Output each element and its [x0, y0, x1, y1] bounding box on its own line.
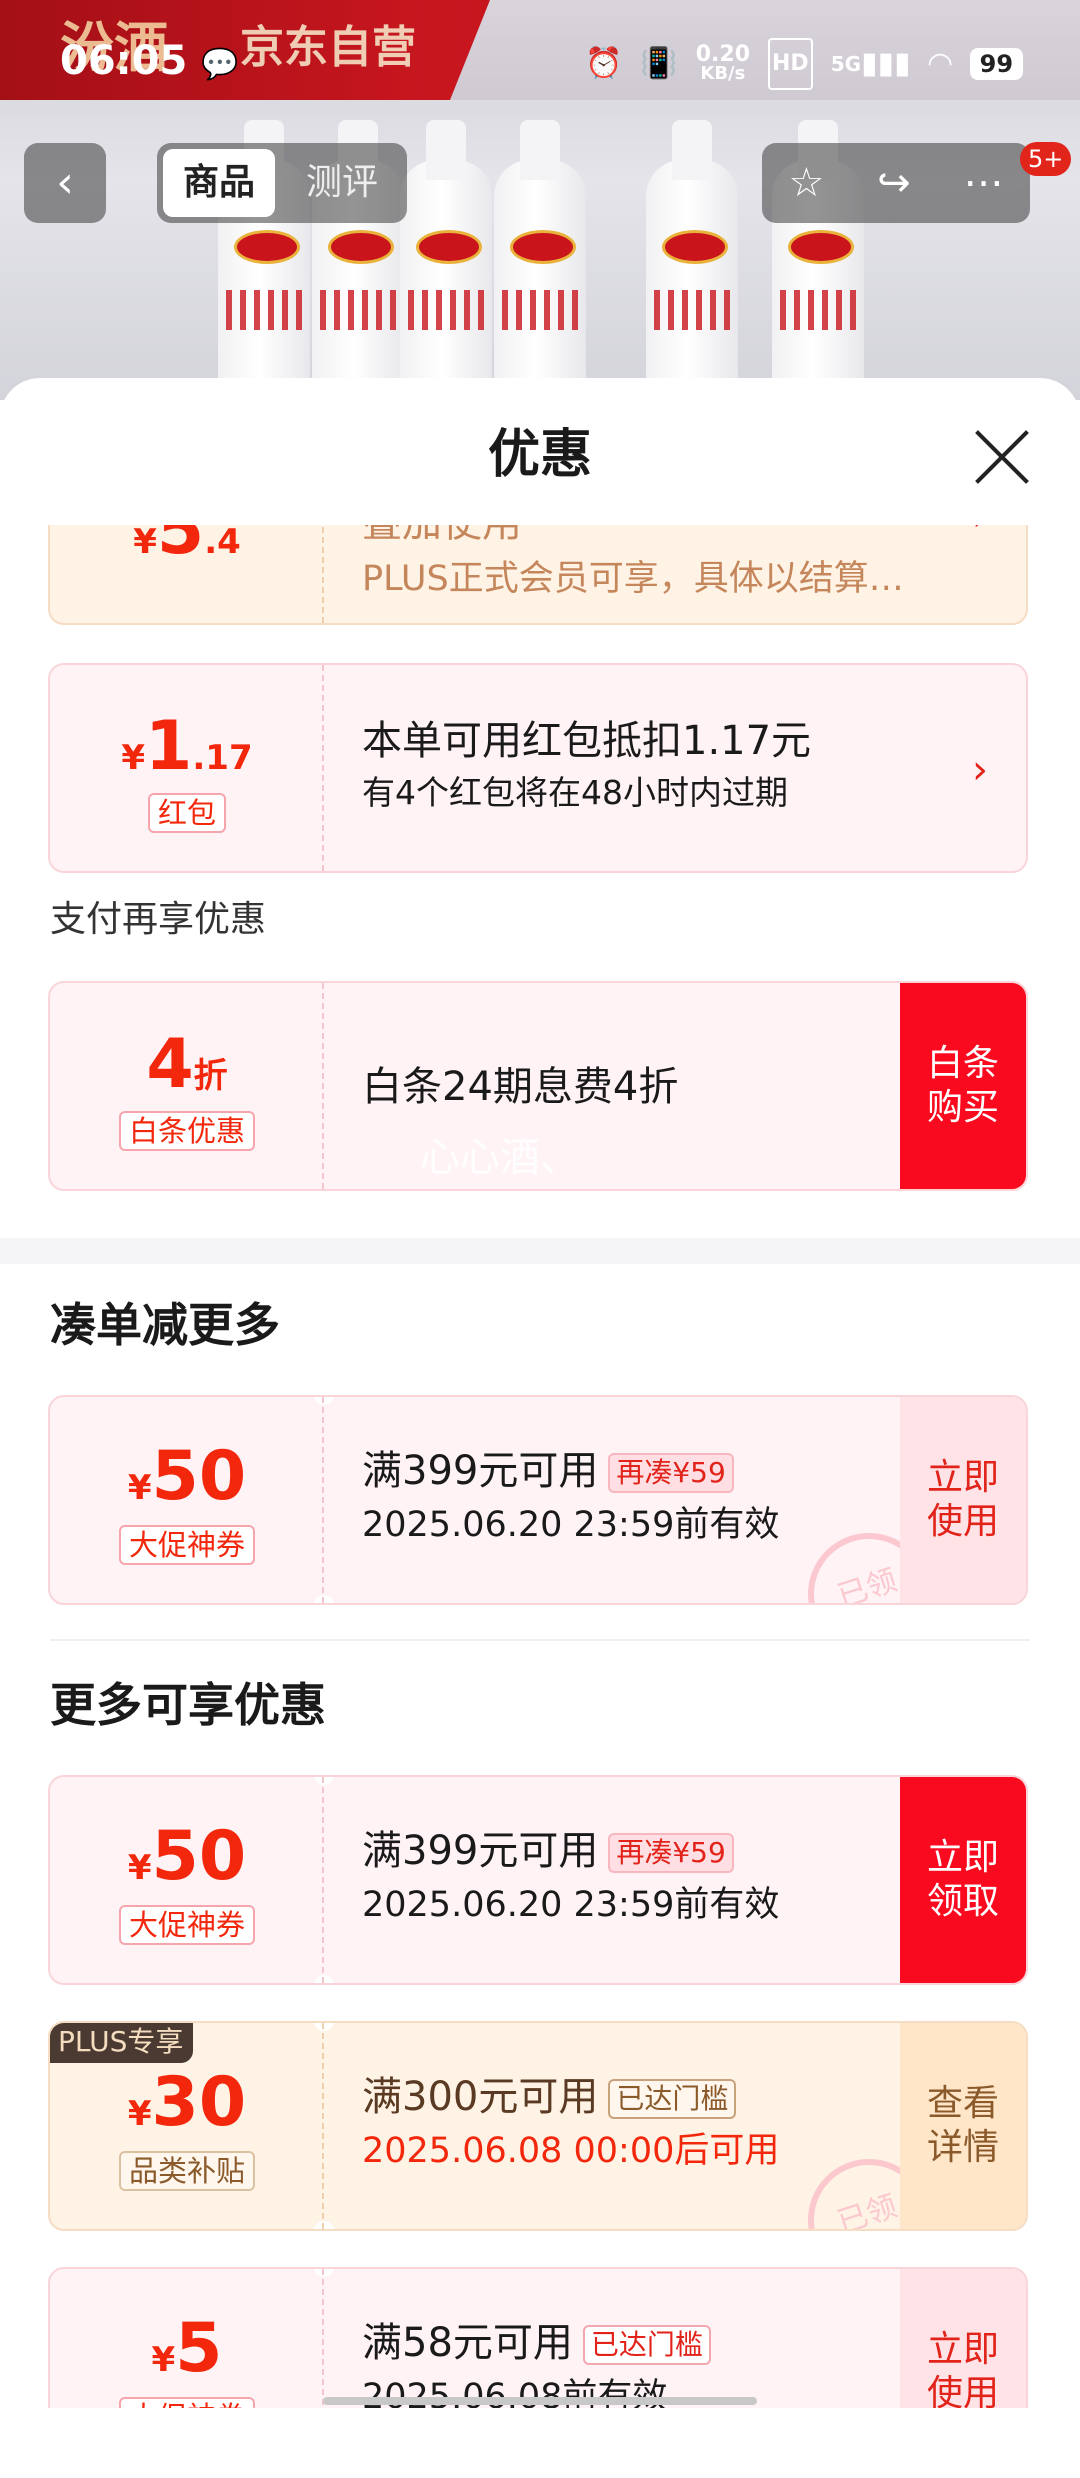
- home-indicator[interactable]: [323, 2397, 757, 2405]
- coupon-card[interactable]: ¥30 品类补贴 PLUS专享 满300元可用 已达门槛 2025.06.08 0…: [48, 2021, 1028, 2231]
- use-now-button[interactable]: 立即 使用: [900, 1397, 1026, 1603]
- coupon-pill: 再凑¥59: [608, 1833, 734, 1873]
- tab-switcher: 商品 测评: [157, 143, 407, 223]
- baitiao-discount: 4折: [146, 1025, 228, 1104]
- section-title: 凑单减更多: [50, 1298, 280, 1352]
- notification-badge: 5+: [1020, 142, 1072, 176]
- coupon-amount: ¥50: [127, 1437, 247, 1516]
- claim-now-button[interactable]: 立即 领取: [900, 1777, 1026, 1983]
- coupon-threshold: 满399元可用 再凑¥59: [362, 1445, 734, 1497]
- coupon-amount: ¥50: [127, 1817, 247, 1896]
- coupon-pill: 已达门槛: [608, 2079, 737, 2119]
- close-icon[interactable]: [970, 425, 1034, 489]
- coupon-card[interactable]: ¥50 大促神券 满399元可用 再凑¥59 2025.06.20 23:59前有…: [48, 1395, 1028, 1605]
- coupon-tag: 品类补贴: [118, 2151, 255, 2191]
- card-desc: PLUS正式会员可享，具体以结算…: [362, 559, 904, 599]
- store-label: 京东自营: [240, 22, 416, 73]
- plus-badge: PLUS专享: [50, 2023, 194, 2063]
- sheet-title: 优惠: [487, 425, 592, 485]
- chevron-right-icon: ›: [972, 525, 988, 537]
- coupon-amount: ¥5: [151, 2309, 223, 2388]
- section-title: 更多可享优惠: [50, 1678, 326, 1732]
- coupon-tag: 大促神券: [118, 1905, 255, 1945]
- coupon-validity: 2025.06.08 00:00后可用: [362, 2131, 780, 2171]
- sheet-scroll[interactable]: ¥5.4 叠加使用 PLUS正式会员可享，具体以结算… › ¥1.17 红包 本…: [0, 525, 1080, 2408]
- chevron-right-icon: ›: [972, 747, 988, 793]
- use-now-button[interactable]: 立即 使用: [900, 2269, 1026, 2408]
- coupon-validity: 2025.06.20 23:59前有效: [362, 1505, 780, 1545]
- alarm-icon: ⏰: [585, 46, 623, 81]
- baitiao-buy-button[interactable]: 白条 购买: [900, 983, 1026, 1189]
- coupon-amount: ¥30: [127, 2063, 247, 2142]
- coupon-threshold: 满300元可用 已达门槛: [362, 2071, 737, 2123]
- network-speed: 0.20 KB/s: [695, 41, 750, 84]
- redpacket-tag: 红包: [147, 793, 226, 833]
- bottle-image: [494, 120, 586, 400]
- watermark: 心心酒、: [420, 1135, 580, 1181]
- baitiao-title: 白条24期息费4折: [362, 1064, 679, 1110]
- coupon-tag: 大促神券: [118, 2397, 255, 2408]
- hd-icon: HD: [768, 38, 813, 90]
- redpacket-title: 本单可用红包抵扣1.17元: [362, 718, 812, 764]
- coupon-threshold: 满399元可用 再凑¥59: [362, 1825, 734, 1877]
- coupon-card[interactable]: ¥5.4 叠加使用 PLUS正式会员可享，具体以结算… ›: [48, 525, 1028, 625]
- coupon-pill: 再凑¥59: [608, 1453, 734, 1493]
- section-divider: [0, 1238, 1080, 1264]
- top-actions: ☆ ↪ ⋯: [762, 143, 1030, 223]
- star-icon[interactable]: ☆: [788, 160, 824, 206]
- coupon-tag: 大促神券: [118, 1525, 255, 1565]
- redpacket-card[interactable]: ¥1.17 红包 本单可用红包抵扣1.17元 有4个红包将在48小时内过期 ›: [48, 663, 1028, 873]
- wifi-icon: ◠: [928, 46, 952, 81]
- redpacket-desc: 有4个红包将在48小时内过期: [362, 773, 788, 812]
- message-icon: 💬: [201, 47, 239, 82]
- coupon-threshold: 满58元可用 已达门槛: [362, 2317, 711, 2369]
- bottle-image: [646, 120, 738, 400]
- share-icon[interactable]: ↪: [877, 160, 911, 206]
- tab-review[interactable]: 测评: [287, 149, 397, 217]
- coupon-pill: 已达门槛: [582, 2325, 711, 2365]
- baitiao-tag: 白条优惠: [118, 1111, 255, 1151]
- tab-product[interactable]: 商品: [163, 149, 275, 217]
- redpacket-amount: ¥1.17: [121, 707, 253, 786]
- status-time: 06:05 💬: [60, 38, 239, 84]
- coupon-card[interactable]: ¥5 大促神券 满58元可用已达门槛 2025.06.08前有效 立即 使用: [48, 2267, 1028, 2408]
- signal-icon: 5G▮▮▮: [830, 46, 911, 81]
- coupon-validity: 2025.06.20 23:59前有效: [362, 1885, 780, 1925]
- vibrate-icon: 📳: [640, 46, 678, 81]
- bottle-image: [400, 120, 492, 400]
- back-button[interactable]: ‹: [24, 143, 106, 223]
- status-icons: ⏰ 📳 0.20 KB/s HD 5G▮▮▮ ◠ 99: [585, 38, 1024, 90]
- view-details-button[interactable]: 查看 详情: [900, 2023, 1026, 2229]
- battery-indicator: 99: [969, 48, 1024, 80]
- more-icon[interactable]: ⋯: [964, 160, 1004, 206]
- pay-section-title: 支付再享优惠: [50, 899, 267, 940]
- chevron-left-icon: ‹: [56, 157, 74, 208]
- coupon-card[interactable]: ¥50 大促神券 满399元可用 再凑¥59 2025.06.20 23:59前有…: [48, 1775, 1028, 1985]
